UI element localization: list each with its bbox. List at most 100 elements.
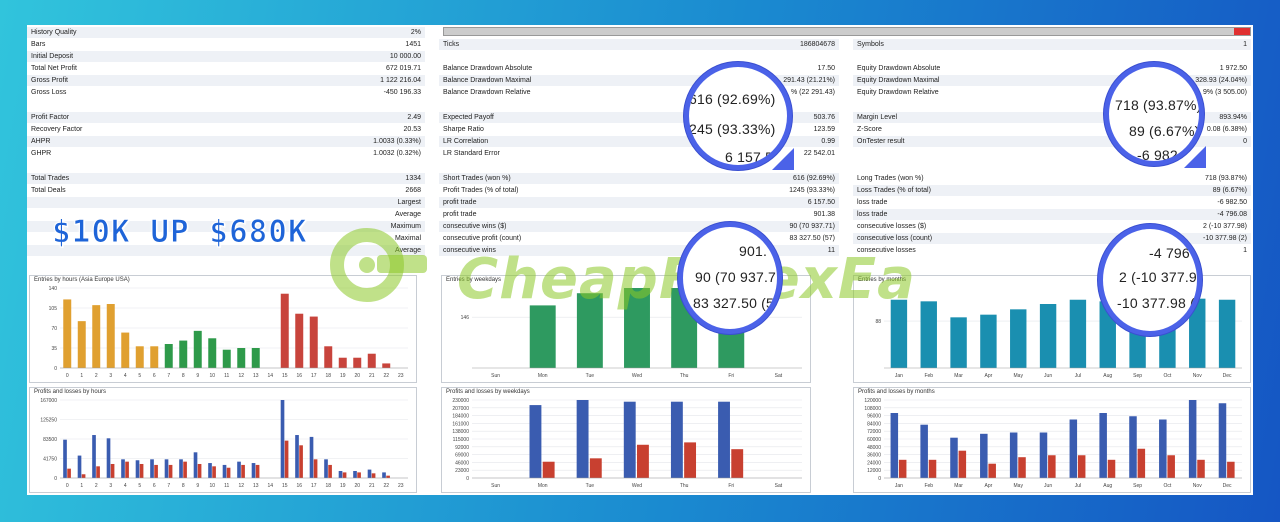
- stat-value: 1.0033 (0.33%): [373, 138, 421, 145]
- stat-label: Z-Score: [857, 126, 882, 133]
- stat-value: 672 019.71: [385, 65, 421, 72]
- mag-line: 901.: [739, 243, 768, 259]
- stat-row: Bars 1451: [27, 39, 425, 50]
- x-tick-label: Tue: [586, 373, 595, 379]
- bar: [367, 353, 376, 368]
- bar: [299, 445, 303, 478]
- stat-row: Total Net Profit 672 019.71: [27, 63, 425, 74]
- stat-row: Initial Deposit 10 000.00: [27, 51, 425, 62]
- history-quality-bar: [443, 27, 1251, 36]
- bar: [77, 455, 82, 478]
- mag-line: 89 (6.67%): [1129, 123, 1200, 139]
- bar: [77, 321, 86, 368]
- x-tick-label: 19: [340, 373, 346, 379]
- bar: [135, 346, 144, 368]
- bar: [313, 459, 318, 478]
- y-tick-label: 23000: [455, 468, 469, 474]
- x-tick-label: 8: [182, 373, 185, 379]
- stat-value: 89 (6.67%): [1212, 187, 1247, 194]
- x-tick-label: 8: [182, 483, 185, 489]
- stat-row: consecutive losses ($) 2 (-10 377.98): [853, 221, 1251, 232]
- x-tick-label: Apr: [985, 373, 993, 379]
- magnifier-tail-icon: [1184, 146, 1206, 168]
- bar: [309, 436, 314, 478]
- bar: [980, 314, 997, 368]
- mag-line: 6 157.5: [725, 149, 774, 165]
- stat-value: -10 377.98 (2): [1203, 235, 1247, 242]
- stat-label: Expected Payoff: [443, 114, 494, 121]
- bar: [139, 463, 144, 478]
- stat-row: Total Deals 2668: [27, 185, 425, 196]
- stat-label: GHPR: [31, 150, 52, 157]
- x-tick-label: 14: [267, 373, 273, 379]
- bar: [193, 330, 202, 368]
- x-tick-label: Jan: [895, 373, 903, 379]
- y-tick-label: 105: [49, 306, 58, 312]
- y-tick-label: 184000: [452, 414, 469, 420]
- stat-value: 9% (3 505.00): [1203, 89, 1247, 96]
- bar: [338, 470, 343, 478]
- x-tick-label: Sun: [491, 483, 500, 489]
- x-tick-label: Sun: [491, 373, 500, 379]
- stat-row: Balance Drawdown Absolute 17.50: [439, 63, 839, 74]
- x-tick-label: 6: [153, 373, 156, 379]
- x-tick-label: Feb: [924, 483, 933, 489]
- x-tick-label: Mar: [954, 373, 963, 379]
- bar: [589, 458, 602, 478]
- bar: [670, 401, 683, 478]
- bar: [328, 464, 332, 478]
- stat-label: LR Correlation: [443, 138, 489, 145]
- stat-label: consecutive losses ($): [857, 223, 927, 230]
- stat-value: 0.08 (6.38%): [1206, 126, 1247, 133]
- stat-row: Gross Profit 1 122 216.04: [27, 75, 425, 86]
- stat-value: 10 000.00: [389, 53, 421, 60]
- stat-label: Symbols: [857, 41, 884, 48]
- x-tick-label: Sat: [775, 373, 783, 379]
- y-tick-label: 92000: [455, 445, 469, 451]
- stat-label: Balance Drawdown Relative: [443, 89, 531, 96]
- stat-row: profit trade 901.38: [439, 209, 839, 220]
- bar: [684, 442, 697, 478]
- bar: [371, 473, 376, 478]
- stat-label: Bars: [31, 41, 46, 48]
- bar: [237, 348, 246, 368]
- bar: [1039, 304, 1057, 368]
- bar: [367, 469, 372, 478]
- bar: [280, 293, 289, 368]
- stat-value: Average: [395, 211, 421, 218]
- bar: [150, 459, 154, 478]
- x-tick-label: Fri: [728, 373, 734, 379]
- stat-value: 123.59: [813, 126, 835, 133]
- y-tick-label: 24000: [867, 460, 881, 466]
- y-tick-label: 0: [466, 476, 469, 482]
- mag-line: 2 (-10 377.9: [1119, 269, 1197, 285]
- bar: [731, 449, 744, 478]
- stat-row: profit trade 6 157.50: [439, 197, 839, 208]
- bar: [342, 472, 347, 478]
- x-tick-label: Nov: [1193, 483, 1202, 489]
- x-tick-label: Thu: [680, 373, 689, 379]
- y-tick-label: 125250: [40, 418, 57, 424]
- bar: [576, 400, 589, 478]
- bar: [353, 470, 357, 478]
- stat-row: Profit Trades (% of total) 1245 (93.33%): [439, 185, 839, 196]
- bar: [1197, 459, 1205, 478]
- bar: [255, 464, 260, 478]
- mag-line: -10 377.98 (: [1117, 295, 1195, 311]
- stat-value: 1245 (93.33%): [789, 187, 835, 194]
- x-tick-label: 7: [167, 483, 170, 489]
- y-tick-label: 69000: [455, 453, 469, 459]
- bar: [135, 460, 140, 478]
- stat-label: Long Trades (won %): [857, 175, 924, 182]
- stat-row: Equity Drawdown Absolute 1 972.50: [853, 63, 1251, 74]
- x-tick-label: Feb: [924, 373, 933, 379]
- x-tick-label: Nov: [1193, 373, 1202, 379]
- stat-value: 718 (93.87%): [1204, 175, 1247, 182]
- bar: [623, 401, 636, 478]
- x-tick-label: 21: [369, 483, 375, 489]
- y-tick-label: 35: [51, 346, 57, 352]
- chart-svg: 2300002070001840001610001380001150009200…: [452, 398, 802, 489]
- stat-row: consecutive profit (count) 83 327.50 (57): [439, 233, 839, 244]
- mag-line: -6 982.5: [1137, 147, 1190, 163]
- stat-label: Recovery Factor: [31, 126, 83, 133]
